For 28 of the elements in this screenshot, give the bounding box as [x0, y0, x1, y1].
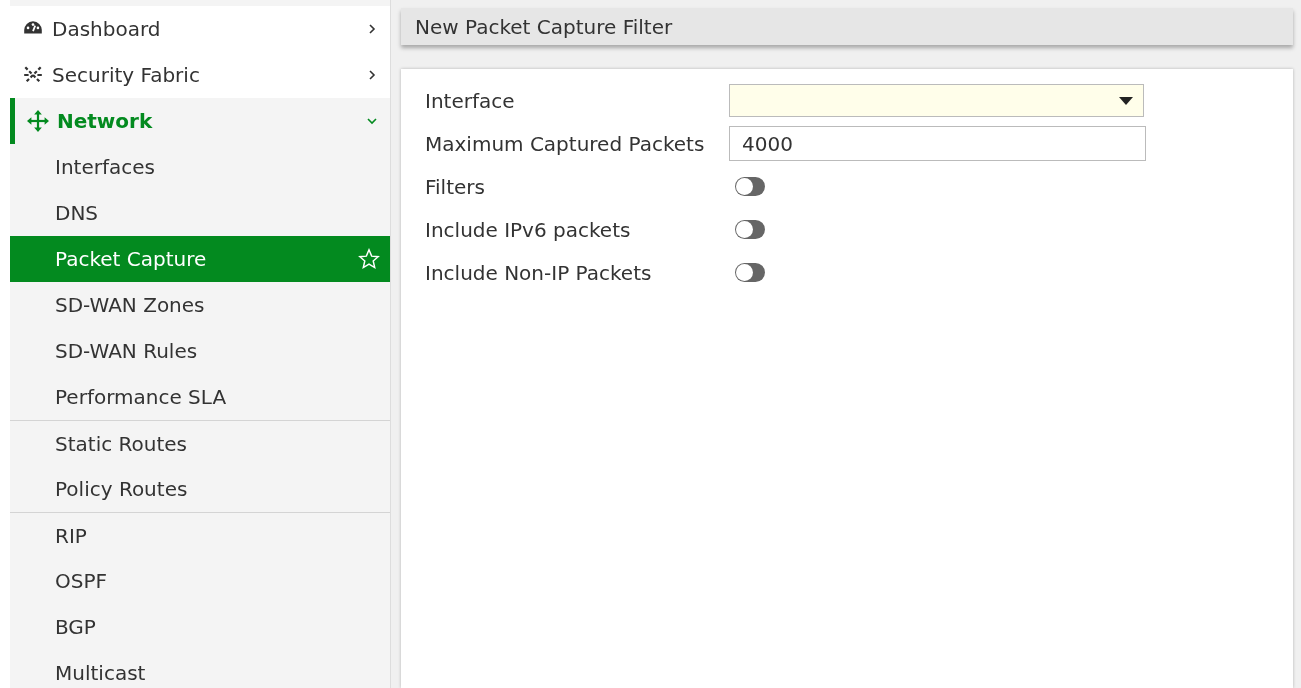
submenu-item[interactable]: Policy Routes [10, 466, 390, 512]
chevron-right-icon [366, 69, 378, 81]
field-label: Maximum Captured Packets [425, 131, 706, 156]
submenu-item[interactable]: SD-WAN Zones [10, 282, 390, 328]
field-label: Include IPv6 packets [425, 217, 632, 242]
submenu-item[interactable]: Packet Capture [10, 236, 390, 282]
submenu-item[interactable]: Multicast [10, 650, 390, 688]
toggle-switch[interactable] [735, 263, 765, 282]
field-label: Include Non-IP Packets [425, 260, 653, 285]
submenu-item[interactable]: Static Routes [10, 420, 390, 466]
chevron-right-icon [366, 23, 378, 35]
field-label: Interface [425, 88, 516, 113]
toggle-switch[interactable] [735, 220, 765, 239]
submenu-item[interactable]: BGP [10, 604, 390, 650]
submenu-item[interactable]: Interfaces [10, 144, 390, 190]
page-title: New Packet Capture Filter [415, 14, 673, 39]
input-field[interactable]: 4000 [729, 126, 1146, 161]
chevron-down-icon [366, 115, 378, 127]
move-arrows-icon [27, 110, 49, 132]
submenu-item[interactable]: DNS [10, 190, 390, 236]
submenu-item[interactable]: Performance SLA [10, 374, 390, 420]
submenu-item[interactable]: OSPF [10, 558, 390, 604]
caret-icon [1119, 96, 1133, 105]
submenu-item[interactable]: RIP [10, 512, 390, 558]
star-icon [358, 248, 380, 270]
field-label: Filters [425, 174, 486, 199]
toggle-switch[interactable] [735, 177, 765, 196]
submenu-item[interactable]: SD-WAN Rules [10, 328, 390, 374]
